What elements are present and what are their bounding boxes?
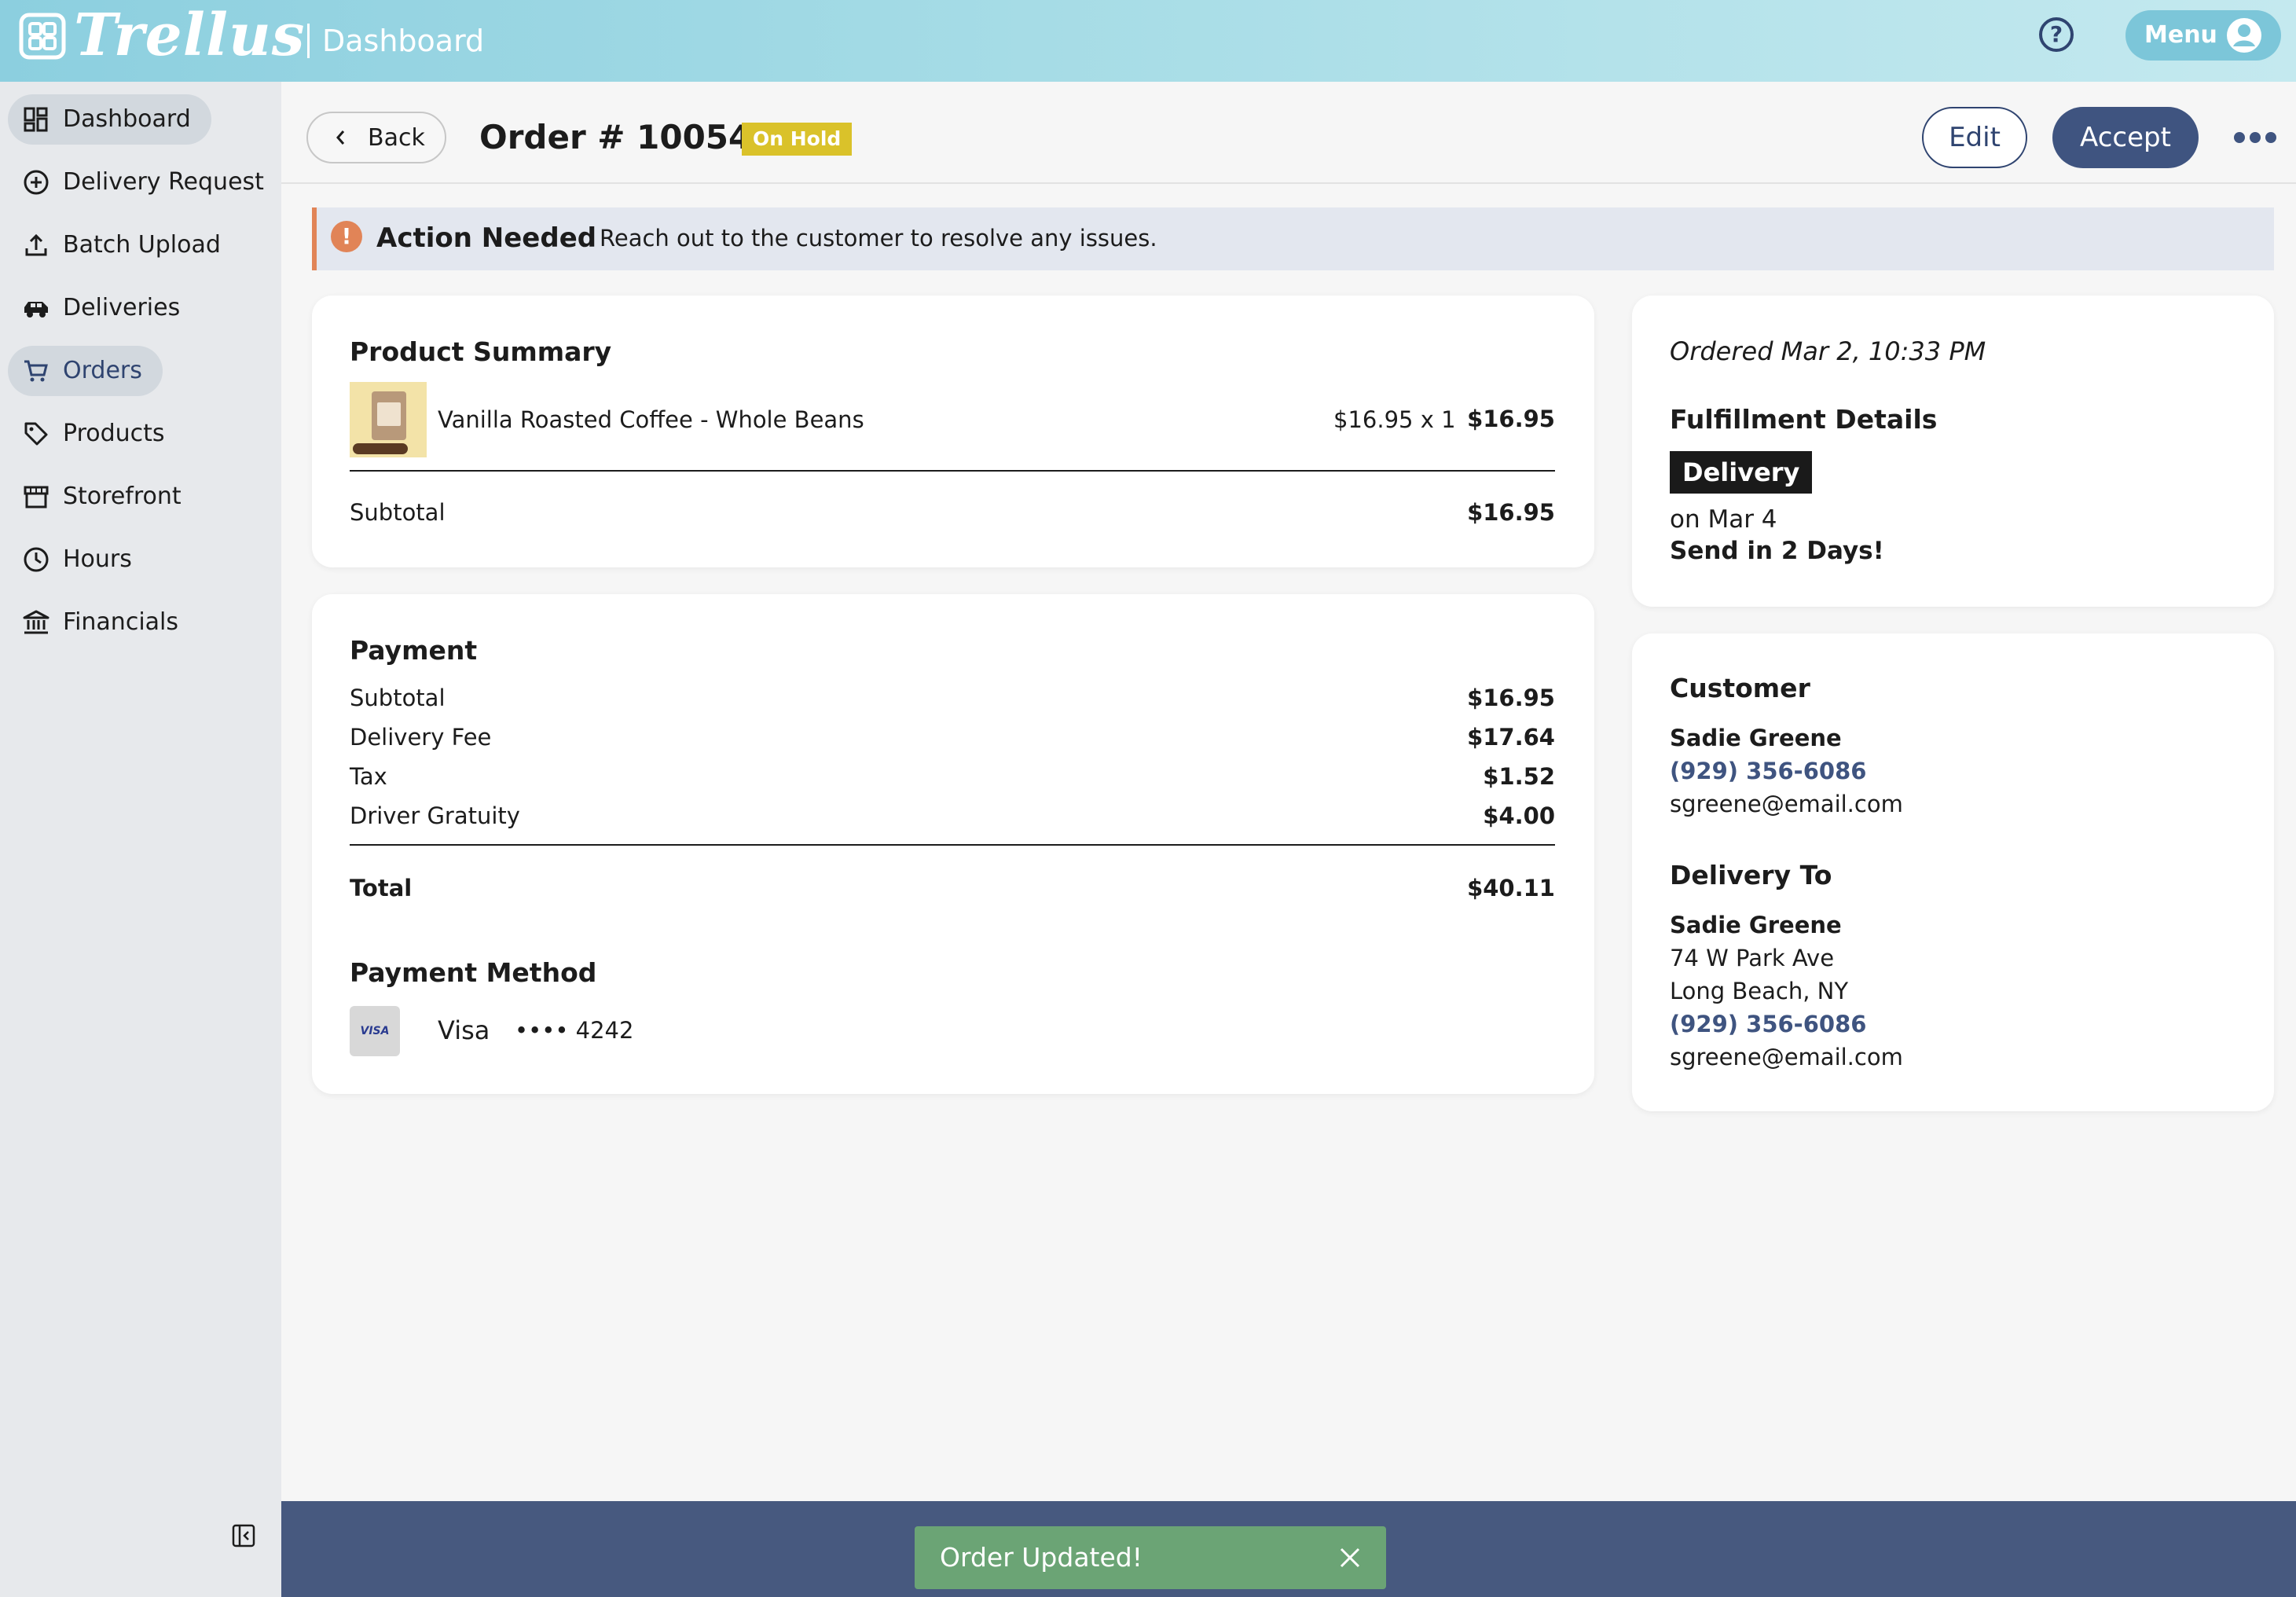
fulfillment-date: on Mar 4	[1670, 505, 1777, 534]
customer-card: Customer Sadie Greene (929) 356-6086 sgr…	[1632, 633, 2274, 1111]
total-label: Total	[350, 875, 413, 901]
back-button[interactable]: Back	[306, 112, 446, 163]
clock-icon	[24, 547, 49, 572]
menu-button[interactable]: Menu	[2125, 10, 2281, 61]
coffee-beans-image	[353, 443, 408, 454]
delivery-name: Sadie Greene	[1670, 912, 1842, 938]
payment-card: Payment Subtotal $16.95 Delivery Fee $17…	[312, 594, 1594, 1094]
tag-icon	[24, 422, 48, 446]
bank-icon	[23, 610, 50, 634]
status-badge: On Hold	[742, 123, 853, 156]
payment-method-title: Payment Method	[350, 957, 597, 988]
delivery-email: sgreene@email.com	[1670, 1044, 1903, 1070]
product-thumbnail	[350, 382, 427, 457]
sidebar-item-dashboard[interactable]: Dashboard	[8, 94, 211, 145]
delivery-to-title: Delivery To	[1670, 860, 1832, 890]
product-line-total: $16.95	[1467, 406, 1555, 432]
customer-name: Sadie Greene	[1670, 725, 1842, 751]
sidebar-item-delivery-request[interactable]: Delivery Request	[8, 157, 284, 207]
sidebar-item-label: Hours	[63, 545, 132, 573]
sidebar-item-storefront[interactable]: Storefront	[8, 472, 202, 522]
success-toast: Order Updated!	[915, 1526, 1386, 1589]
product-summary-card: Product Summary Vanilla Roasted Coffee -…	[312, 296, 1594, 567]
section-title: Dashboard	[322, 24, 485, 58]
sidebar-item-label: Financials	[63, 608, 178, 636]
card-brand: Visa	[438, 1015, 490, 1045]
customer-phone-link[interactable]: (929) 356-6086	[1670, 754, 1866, 787]
subtotal-label: Subtotal	[350, 499, 446, 526]
top-bar: Trellus Dashboard ? Menu	[0, 0, 2296, 82]
storefront-icon	[24, 486, 49, 508]
sidebar-item-products[interactable]: Products	[8, 409, 185, 459]
car-icon	[24, 302, 48, 318]
cart-icon	[24, 360, 48, 382]
visa-card-icon: VISA	[350, 1006, 400, 1056]
card-title: Product Summary	[350, 336, 612, 367]
payment-row-value: $17.64	[1467, 724, 1555, 751]
sidebar-item-orders[interactable]: Orders	[8, 346, 163, 396]
total-value: $40.11	[1467, 875, 1555, 901]
sidebar-item-label: Products	[63, 420, 165, 447]
customer-title: Customer	[1670, 673, 1810, 703]
order-header: Back Order # 10054 On Hold Edit Accept	[281, 82, 2296, 184]
upload-icon	[25, 233, 47, 256]
fulfillment-note: Send in 2 Days!	[1670, 537, 1884, 565]
sidebar-item-label: Batch Upload	[63, 231, 221, 259]
sidebar-item-financials[interactable]: Financials	[8, 597, 199, 648]
action-needed-alert: ! Action Needed Reach out to the custome…	[312, 207, 2274, 270]
payment-row-value: $16.95	[1467, 685, 1555, 711]
page-title: Order # 10054	[479, 118, 752, 156]
card-title: Payment	[350, 635, 478, 666]
accept-button[interactable]: Accept	[2052, 107, 2199, 168]
back-label: Back	[368, 124, 425, 152]
close-icon[interactable]	[1336, 1544, 1364, 1572]
alert-message: Reach out to the customer to resolve any…	[600, 225, 1157, 251]
bag-label	[377, 402, 401, 426]
trellus-logo-icon	[19, 13, 66, 60]
payment-row-value: $4.00	[1483, 802, 1555, 829]
sidebar-item-label: Dashboard	[63, 105, 191, 133]
brand-logo-text[interactable]: Trellus	[74, 0, 305, 71]
sidebar-item-hours[interactable]: Hours	[8, 534, 152, 585]
fulfillment-type-badge: Delivery	[1670, 451, 1813, 494]
delivery-city: Long Beach, NY	[1670, 978, 1849, 1004]
more-horizontal-icon[interactable]	[2232, 126, 2279, 149]
collapse-sidebar-icon[interactable]	[229, 1522, 258, 1550]
sidebar-item-deliveries[interactable]: Deliveries	[8, 283, 200, 333]
payment-row-label: Delivery Fee	[350, 724, 492, 751]
payment-row-label: Tax	[350, 763, 387, 790]
divider	[350, 844, 1555, 846]
sidebar-item-label: Delivery Request	[63, 168, 264, 196]
fulfillment-card: Ordered Mar 2, 10:33 PM Fulfillment Deta…	[1632, 296, 2274, 607]
alert-icon: !	[331, 221, 362, 252]
sidebar: Dashboard Delivery Request Batch Upload …	[0, 82, 281, 1597]
alert-title: Action Needed	[376, 222, 597, 254]
payment-row-value: $1.52	[1483, 763, 1555, 790]
bottom-bar: Order Updated!	[281, 1501, 2296, 1597]
user-avatar-icon	[2227, 18, 2261, 53]
question-circle-icon[interactable]: ?	[2039, 17, 2074, 52]
sidebar-item-batch-upload[interactable]: Batch Upload	[8, 220, 241, 270]
customer-email: sgreene@email.com	[1670, 791, 1903, 817]
logo-divider	[307, 24, 310, 58]
toast-message: Order Updated!	[940, 1542, 1142, 1573]
sidebar-item-label: Orders	[63, 357, 142, 384]
ordered-timestamp: Ordered Mar 2, 10:33 PM	[1670, 336, 1986, 366]
payment-row-label: Driver Gratuity	[350, 802, 520, 829]
subtotal-value: $16.95	[1467, 499, 1555, 526]
payment-row-label: Subtotal	[350, 685, 446, 711]
chevron-left-icon	[336, 130, 345, 145]
sidebar-item-label: Deliveries	[63, 294, 181, 321]
edit-button[interactable]: Edit	[1922, 107, 2027, 168]
delivery-street: 74 W Park Ave	[1670, 945, 1835, 971]
product-name: Vanilla Roasted Coffee - Whole Beans	[438, 406, 864, 433]
delivery-phone-link[interactable]: (929) 356-6086	[1670, 1008, 1866, 1041]
divider	[350, 470, 1555, 472]
plus-circle-icon	[24, 170, 49, 195]
sidebar-item-label: Storefront	[63, 483, 182, 510]
card-number: •••• 4242	[515, 1017, 634, 1044]
menu-label: Menu	[2144, 21, 2217, 49]
grid-icon	[24, 107, 48, 132]
fulfillment-title: Fulfillment Details	[1670, 404, 1938, 435]
